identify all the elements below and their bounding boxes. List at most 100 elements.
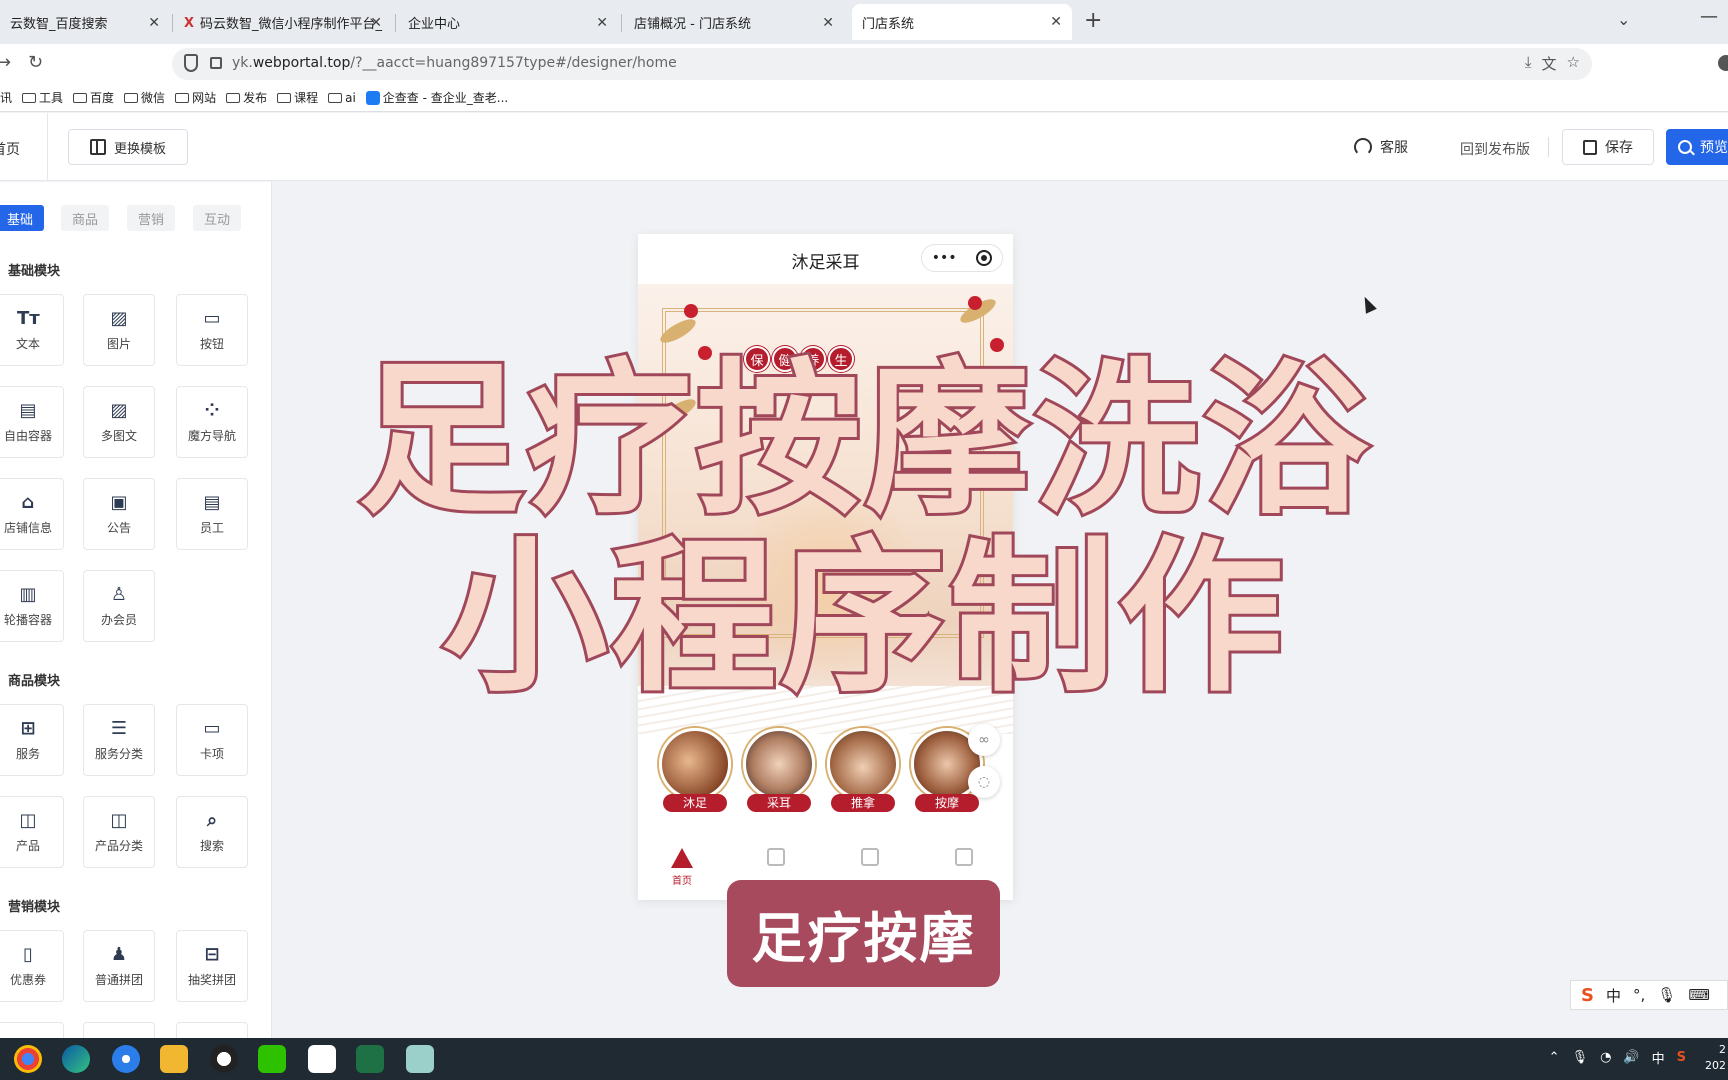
ime-mode[interactable]: 中: [1606, 985, 1621, 1006]
app-icon[interactable]: [406, 1045, 434, 1073]
component-more[interactable]: [0, 1022, 64, 1038]
microphone-icon[interactable]: 🎙: [1657, 986, 1676, 1004]
component-product-category[interactable]: ◫ 产品分类: [83, 796, 155, 868]
close-icon[interactable]: ✕: [1050, 14, 1062, 30]
home-nav-label[interactable]: 首页: [0, 139, 20, 159]
component-button[interactable]: ▭ 按钮: [176, 294, 248, 366]
tabbar-store[interactable]: [840, 848, 900, 870]
network-icon[interactable]: ◔: [1600, 1050, 1611, 1065]
chat-icon[interactable]: ◌: [968, 766, 1000, 798]
browser-tab[interactable]: 店铺概况 - 门店系统 ✕: [624, 6, 844, 39]
change-template-button[interactable]: 更换模板: [68, 129, 188, 165]
tabbar-booking[interactable]: [746, 848, 806, 870]
sogou-icon[interactable]: S: [1581, 985, 1594, 1006]
revert-to-published-button[interactable]: 回到发布版: [1460, 139, 1530, 159]
component-search[interactable]: ⌕ 搜索: [176, 796, 248, 868]
ime-punct[interactable]: °,: [1633, 986, 1645, 1004]
app-icon[interactable]: [308, 1045, 336, 1073]
preview-button[interactable]: 预览: [1666, 129, 1728, 165]
keyboard-icon[interactable]: ⌨: [1688, 986, 1710, 1004]
shield-icon[interactable]: [184, 54, 198, 72]
component-coupon[interactable]: ▯ 优惠券: [0, 930, 64, 1002]
tab-basic[interactable]: 基础: [0, 205, 44, 231]
link-icon[interactable]: ∞: [968, 724, 1000, 756]
minimize-icon[interactable]: —: [1700, 6, 1718, 27]
browser-tab-active[interactable]: 门店系统 ✕: [852, 4, 1072, 40]
component-membership[interactable]: ♙ 办会员: [83, 570, 155, 642]
bookmark-folder[interactable]: 百度: [73, 89, 114, 106]
close-icon[interactable]: ✕: [148, 15, 160, 31]
chevron-up-icon[interactable]: ⌃: [1549, 1050, 1560, 1065]
service-nav-item[interactable]: 沐足: [658, 728, 732, 812]
component-text[interactable]: Tт 文本: [0, 294, 64, 366]
sogou-icon[interactable]: S: [1677, 1050, 1686, 1065]
microphone-icon[interactable]: 🎙: [1572, 1050, 1589, 1065]
wechat-icon[interactable]: [258, 1045, 286, 1073]
component-cube-nav[interactable]: ⁘ 魔方导航: [176, 386, 248, 458]
new-tab-icon[interactable]: +: [1084, 8, 1102, 33]
browser-tab[interactable]: 企业中心 ✕: [398, 6, 618, 39]
save-button[interactable]: 保存: [1562, 129, 1654, 165]
component-multi-image-text[interactable]: ▨ 多图文: [83, 386, 155, 458]
component-more[interactable]: [83, 1022, 155, 1038]
star-icon[interactable]: ☆: [1567, 53, 1580, 74]
chevron-down-icon[interactable]: ⌄: [1617, 10, 1630, 29]
component-notice[interactable]: ▣ 公告: [83, 478, 155, 550]
miniprogram-capsule[interactable]: •••: [921, 244, 1003, 272]
component-product[interactable]: ◫ 产品: [0, 796, 64, 868]
bookmark-folder[interactable]: 微信: [124, 89, 165, 106]
edge-icon[interactable]: [62, 1045, 90, 1073]
forward-icon[interactable]: →: [0, 52, 11, 73]
ime-toolbar[interactable]: S 中 °, 🎙 ⌨: [1570, 980, 1728, 1010]
close-target-icon[interactable]: [976, 250, 993, 266]
profile-icon[interactable]: [1718, 55, 1728, 71]
lock-icon[interactable]: [210, 57, 222, 69]
component-card[interactable]: ▭ 卡项: [176, 704, 248, 776]
component-staff[interactable]: ▤ 员工: [176, 478, 248, 550]
chrome-icon[interactable]: [14, 1045, 42, 1073]
service-nav-item[interactable]: 采耳: [742, 728, 816, 812]
tray-ime[interactable]: 中: [1652, 1048, 1665, 1067]
bookmark[interactable]: 企查查 - 查企业_查老...: [365, 89, 508, 106]
bookmark-folder[interactable]: 网站: [175, 89, 216, 106]
close-icon[interactable]: ✕: [822, 15, 834, 31]
component-free-container[interactable]: ▤ 自由容器: [0, 386, 64, 458]
tab-products[interactable]: 商品: [61, 205, 109, 231]
file-explorer-icon[interactable]: [160, 1045, 188, 1073]
component-group-buy[interactable]: ♟ 普通拼团: [83, 930, 155, 1002]
bookmark-folder[interactable]: 课程: [277, 89, 318, 106]
component-service-category[interactable]: ☰ 服务分类: [83, 704, 155, 776]
address-bar[interactable]: yk.webportal.top/?__aacct=huang897157typ…: [172, 48, 1592, 80]
url-text[interactable]: yk.webportal.top/?__aacct=huang897157typ…: [232, 55, 677, 71]
sogou-browser-icon[interactable]: [112, 1045, 140, 1073]
close-icon[interactable]: ✕: [596, 15, 608, 31]
tabbar-card[interactable]: [934, 848, 994, 870]
service-nav-item[interactable]: 推拿: [826, 728, 900, 812]
close-icon[interactable]: ✕: [370, 15, 382, 31]
customer-service-button[interactable]: 客服: [1354, 137, 1408, 157]
bookmark-folder[interactable]: 发布: [226, 89, 267, 106]
browser-tab[interactable]: X 码云数智_微信小程序制作平台_ ✕: [174, 6, 392, 39]
bookmark-folder[interactable]: 工具: [22, 89, 63, 106]
bookmark-folder[interactable]: ai: [328, 91, 356, 105]
more-icon[interactable]: •••: [932, 250, 957, 266]
component-service[interactable]: ⊞ 服务: [0, 704, 64, 776]
clock[interactable]: 2 202: [1705, 1042, 1726, 1074]
component-lottery-group[interactable]: ⊟ 抽奖拼团: [176, 930, 248, 1002]
excel-icon[interactable]: [356, 1045, 384, 1073]
component-image[interactable]: ▨ 图片: [83, 294, 155, 366]
tab-interactive[interactable]: 互动: [193, 205, 241, 231]
tabbar-home[interactable]: 首页: [652, 848, 712, 887]
bookmark[interactable]: 资讯: [0, 89, 12, 106]
tab-marketing[interactable]: 营销: [127, 205, 175, 231]
volume-icon[interactable]: 🔊: [1623, 1050, 1639, 1065]
component-more[interactable]: [176, 1022, 248, 1038]
download-icon[interactable]: ⤓: [1525, 53, 1532, 74]
reload-icon[interactable]: ↻: [28, 52, 43, 73]
translate-icon[interactable]: 文: [1542, 53, 1557, 74]
qq-icon[interactable]: [210, 1045, 238, 1073]
component-carousel[interactable]: ▥ 轮播容器: [0, 570, 64, 642]
service-photo: [659, 728, 731, 800]
component-store-info[interactable]: ⌂ 店铺信息: [0, 478, 64, 550]
browser-tab[interactable]: 云数智_百度搜索 ✕: [0, 6, 170, 39]
